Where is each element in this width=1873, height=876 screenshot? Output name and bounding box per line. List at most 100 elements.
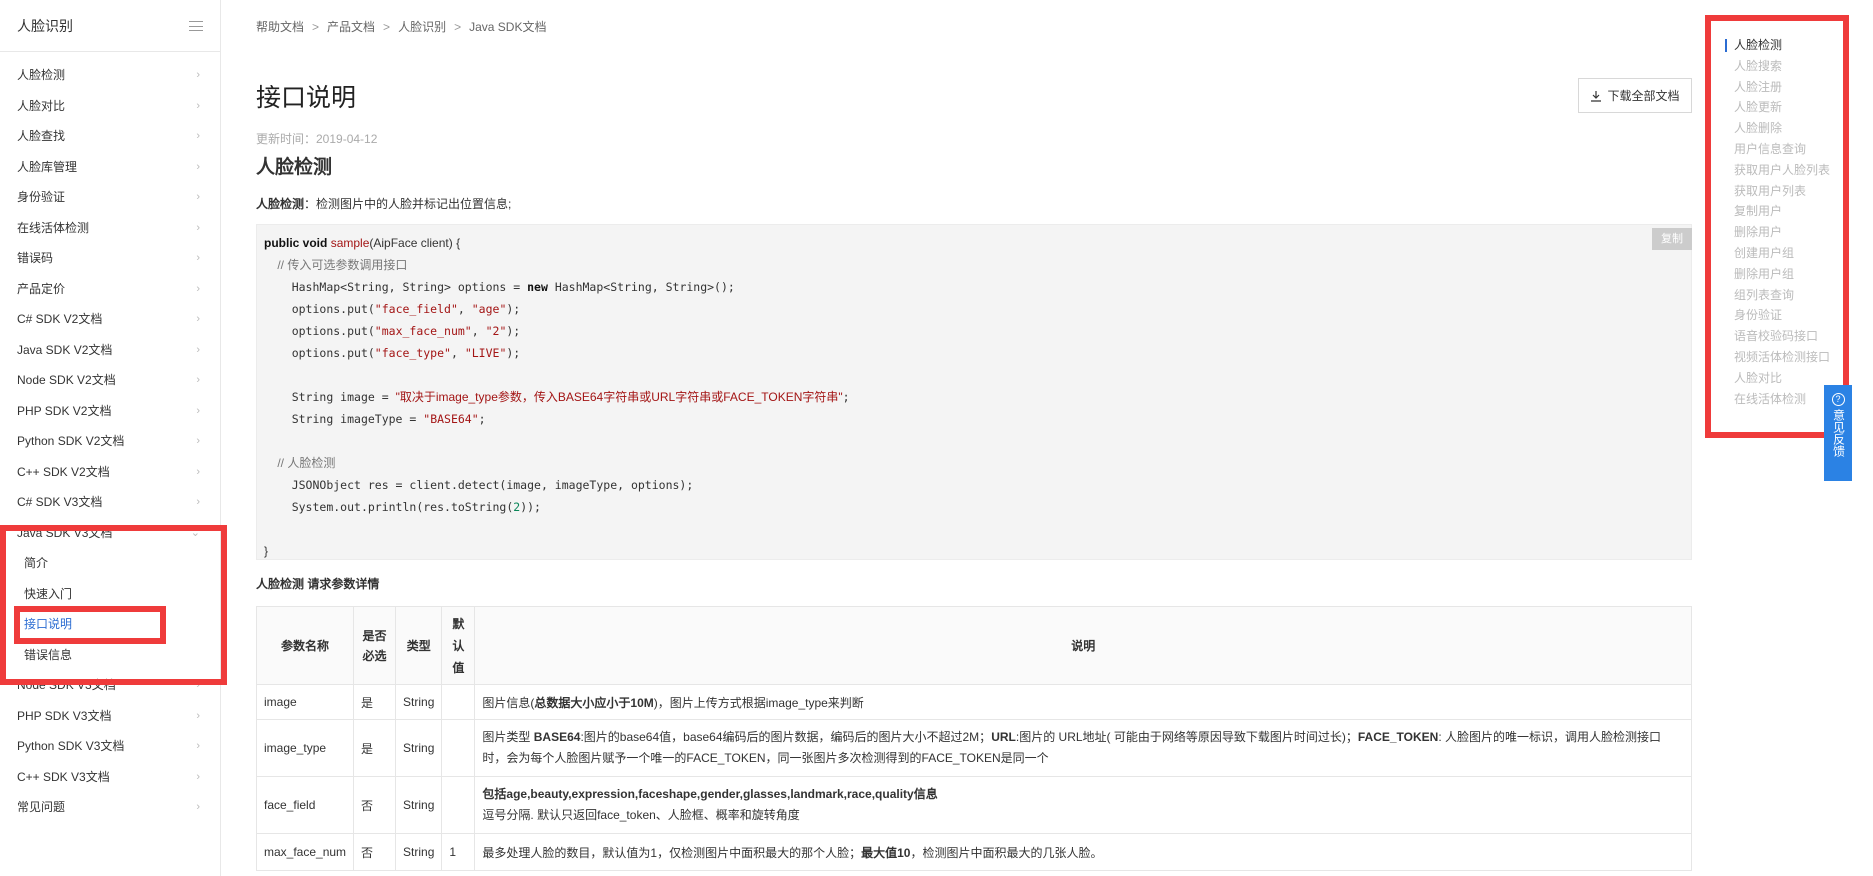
sidebar-item-java-v2[interactable]: Java SDK V2文档 › bbox=[0, 335, 220, 366]
sidebar-item-php-v2[interactable]: PHP SDK V2文档 › bbox=[0, 396, 220, 427]
table-caption: 人脸检测 请求参数详情 bbox=[256, 577, 380, 591]
desc-bold: BASE64 bbox=[533, 730, 581, 744]
sidebar-item-liveness[interactable]: 在线活体检测 › bbox=[0, 213, 220, 244]
toc-item[interactable]: 人脸注册 bbox=[1724, 77, 1844, 98]
page-title: 接口说明 bbox=[256, 84, 357, 112]
sidebar-item-identity[interactable]: 身份验证 › bbox=[0, 182, 220, 213]
code-token: new bbox=[527, 280, 548, 294]
toc-item[interactable]: 人脸更新 bbox=[1724, 97, 1844, 118]
sidebar-item-face-compare[interactable]: 人脸对比 › bbox=[0, 91, 220, 122]
feedback-button[interactable]: ? 意见反馈 bbox=[1824, 385, 1852, 481]
chevron-right-icon: › bbox=[196, 709, 200, 722]
sidebar-item-csharp-v2[interactable]: C# SDK V2文档 › bbox=[0, 304, 220, 335]
desc-text: ：检测图片中的人脸并标记出位置信息; bbox=[304, 197, 512, 211]
sidebar-item-python-v3[interactable]: Python SDK V3文档 › bbox=[0, 731, 220, 762]
sidebar-item-java-v3[interactable]: Java SDK V3文档 ⌄ bbox=[0, 518, 220, 549]
toc-item[interactable]: 组列表查询 bbox=[1724, 285, 1844, 306]
toc-item[interactable]: 人脸删除 bbox=[1724, 118, 1844, 139]
breadcrumb-separator: > bbox=[383, 20, 391, 34]
toc-item[interactable]: 创建用户组 bbox=[1724, 243, 1844, 264]
toc-item[interactable]: 身份验证 bbox=[1724, 305, 1844, 326]
sidebar-item-node-v2[interactable]: Node SDK V2文档 › bbox=[0, 365, 220, 396]
toc-item[interactable]: 用户信息查询 bbox=[1724, 139, 1844, 160]
code-line: System.out.println(res.toString(2)); bbox=[264, 496, 1684, 518]
col-header: 类型 bbox=[395, 606, 443, 685]
code-token: } bbox=[264, 544, 269, 558]
feedback-icon: ? bbox=[1831, 393, 1845, 406]
sidebar-item-face-detect[interactable]: 人脸检测 › bbox=[0, 60, 220, 91]
sidebar-item-cpp-v2[interactable]: C++ SDK V2文档 › bbox=[0, 457, 220, 488]
sidebar-item-face-search[interactable]: 人脸查找 › bbox=[0, 121, 220, 152]
sidebar-item-face-library[interactable]: 人脸库管理 › bbox=[0, 152, 220, 183]
chevron-right-icon: › bbox=[196, 770, 200, 783]
code-token: ; bbox=[842, 390, 850, 404]
copy-code-button[interactable]: 复制 bbox=[1652, 228, 1692, 250]
section-description: 人脸检测：检测图片中的人脸并标记出位置信息; bbox=[256, 195, 511, 212]
chevron-right-icon: › bbox=[196, 191, 200, 203]
sidebar-subitem-api-docs[interactable]: 接口说明 bbox=[0, 609, 220, 640]
toc-item[interactable]: 人脸搜索 bbox=[1724, 56, 1844, 77]
cell-required: 否 bbox=[353, 833, 397, 871]
sidebar-item-pricing[interactable]: 产品定价 › bbox=[0, 274, 220, 305]
toc-item[interactable]: 人脸检测 bbox=[1724, 35, 1844, 56]
sidebar-item-faq[interactable]: 常见问题 › bbox=[0, 792, 220, 823]
desc-bold: 人脸检测 bbox=[256, 197, 305, 211]
sidebar-item-csharp-v3[interactable]: C# SDK V3文档 › bbox=[0, 487, 220, 518]
sidebar-item-node-v3[interactable]: Node SDK V3文档 › bbox=[0, 670, 220, 701]
toc-item[interactable]: 删除用户组 bbox=[1724, 264, 1844, 285]
col-header: 是否必选 bbox=[353, 606, 397, 685]
updated-time: 更新时间：2019-04-12 bbox=[256, 132, 378, 146]
chevron-right-icon: › bbox=[196, 160, 200, 173]
download-all-button[interactable]: 下载全部文档 bbox=[1578, 78, 1692, 113]
sidebar-title: 人脸识别 bbox=[17, 17, 73, 34]
code-token: System.out.println(res.toString( bbox=[291, 500, 514, 514]
code-line: public void sample(AipFace client) { bbox=[264, 232, 1684, 254]
sidebar-subitem-intro[interactable]: 简介 bbox=[0, 548, 220, 579]
sidebar-item-cpp-v3[interactable]: C++ SDK V3文档 › bbox=[0, 762, 220, 793]
col-header: 参数名称 bbox=[255, 606, 355, 685]
sidebar-item-error-codes[interactable]: 错误码 › bbox=[0, 243, 220, 274]
code-token: public void bbox=[264, 236, 328, 250]
desc-text: 逗号分隔. 默认只返回face_token、人脸框、概率和旋转角度 bbox=[482, 808, 800, 822]
sidebar-subitem-quickstart[interactable]: 快速入门 bbox=[0, 579, 220, 610]
breadcrumb-link[interactable]: 产品文档 bbox=[327, 20, 375, 34]
desc-text: :图片的base64值，base64编码后的图片数据，编码后的图片大小不超过2M… bbox=[580, 730, 992, 744]
sidebar-subitem-errors[interactable]: 错误信息 bbox=[0, 640, 220, 671]
breadcrumb-separator: > bbox=[454, 20, 462, 34]
cell-type: String bbox=[395, 719, 443, 777]
desc-text: )，图片上传方式根据image_type来判断 bbox=[653, 695, 864, 710]
code-token: HashMap<String, String> options = bbox=[291, 280, 528, 294]
code-string: "2" bbox=[485, 324, 507, 338]
breadcrumb-link[interactable]: 人脸识别 bbox=[398, 20, 446, 34]
chevron-right-icon: › bbox=[196, 69, 200, 81]
sidebar-item-label: 身份验证 bbox=[17, 190, 66, 204]
sidebar-item-label: Node SDK V2文档 bbox=[17, 373, 116, 387]
toc-item[interactable]: 删除用户 bbox=[1724, 222, 1844, 243]
toc-item[interactable]: 复制用户 bbox=[1724, 201, 1844, 222]
code-token: )); bbox=[520, 500, 541, 514]
cell-name: image_type bbox=[255, 719, 355, 777]
page-toc: 人脸检测 人脸搜索 人脸注册 人脸更新 人脸删除 用户信息查询 获取用户人脸列表… bbox=[1724, 35, 1844, 409]
toc-item[interactable]: 获取用户列表 bbox=[1724, 181, 1844, 202]
desc-text: 图片信息( bbox=[482, 695, 535, 710]
toc-item[interactable]: 语音校验码接口 bbox=[1724, 326, 1844, 347]
chevron-right-icon: › bbox=[196, 404, 200, 417]
chevron-right-icon: › bbox=[196, 801, 200, 813]
sidebar-item-python-v2[interactable]: Python SDK V2文档 › bbox=[0, 426, 220, 457]
code-line: // 人脸检测 bbox=[264, 452, 1684, 474]
sidebar-item-label: C++ SDK V2文档 bbox=[17, 464, 110, 479]
cell-default bbox=[441, 776, 476, 834]
sidebar-item-label: 在线活体检测 bbox=[17, 220, 90, 235]
sidebar-item-label: 产品定价 bbox=[17, 281, 66, 296]
toc-item[interactable]: 视频活体检测接口 bbox=[1724, 347, 1844, 368]
toc-item[interactable]: 获取用户人脸列表 bbox=[1724, 160, 1844, 181]
desc-text: 最多处理人脸的数目，默认值为1，仅检测图片中面积最大的那个人脸； bbox=[482, 845, 862, 860]
menu-toggle-icon[interactable] bbox=[189, 20, 203, 31]
breadcrumb-link[interactable]: 帮助文档 bbox=[256, 20, 304, 34]
cell-desc: 包括age,beauty,expression,faceshape,gender… bbox=[474, 776, 1692, 834]
sidebar-item-php-v3[interactable]: PHP SDK V3文档 › bbox=[0, 701, 220, 732]
desc-text: 图片类型 bbox=[482, 730, 534, 744]
code-token: , bbox=[471, 324, 486, 338]
